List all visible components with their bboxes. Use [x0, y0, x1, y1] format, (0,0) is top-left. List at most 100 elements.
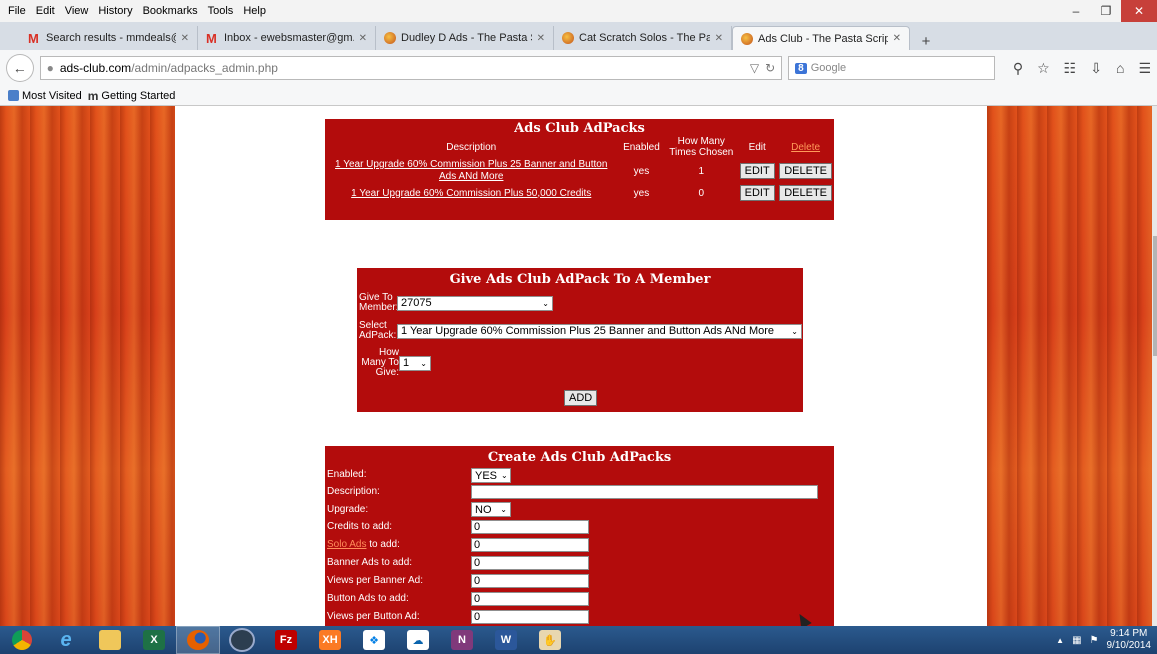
bookmark-most-visited[interactable]: Most Visited [8, 90, 82, 102]
scrollbar-track[interactable] [1152, 106, 1157, 626]
edit-button[interactable]: EDIT [739, 163, 775, 179]
menu-bookmarks[interactable]: Bookmarks [138, 5, 203, 17]
reading-list-icon[interactable]: ☷ [1064, 60, 1077, 77]
tab-dudley-d-ads[interactable]: Dudley D Ads - The Pasta S... ✕ [376, 26, 554, 50]
excel-icon: X [143, 630, 165, 650]
adpack-select[interactable]: 1 Year Upgrade 60% Commission Plus 25 Ba… [397, 323, 802, 339]
add-button[interactable]: ADD [564, 390, 598, 406]
solo-ads-label: Solo Ads to add: [327, 539, 400, 550]
menu-help[interactable]: Help [238, 5, 271, 17]
url-bar[interactable]: ● ads-club.com/admin/adpacks_admin.php ▽… [39, 56, 783, 80]
banner-views-input[interactable]: 0 [471, 574, 589, 588]
network-icon[interactable]: ▦ [1072, 635, 1081, 646]
count-label: How Many To Give: [361, 347, 399, 378]
taskbar-word[interactable]: W [484, 626, 528, 654]
ie-icon: e [60, 628, 72, 651]
taskbar-xampp[interactable]: XH [308, 626, 352, 654]
upgrade-select-value: NO [475, 503, 492, 516]
bookmark-getting-started[interactable]: m Getting Started [88, 89, 176, 103]
button-ads-input[interactable]: 0 [471, 592, 589, 606]
tab-search-results[interactable]: M Search results - mmdeals@... ✕ [20, 26, 198, 50]
taskbar-filezilla[interactable]: Fz [264, 626, 308, 654]
new-tab-button[interactable]: + [914, 33, 938, 50]
page-viewport: Ads Club AdPacks Description Enabled How… [0, 106, 1157, 626]
dropbox-icon: ❖ [363, 630, 385, 650]
bookmark-star-icon[interactable]: ☆ [1037, 60, 1050, 77]
col-delete[interactable]: Delete [777, 136, 834, 158]
navigation-bar: ← ● ads-club.com/admin/adpacks_admin.php… [0, 50, 1157, 86]
tab-title: Search results - mmdeals@... [46, 32, 176, 44]
taskbar-onedrive[interactable]: ☁ [396, 626, 440, 654]
close-tab-icon[interactable]: ✕ [537, 33, 545, 44]
enabled-select[interactable]: YES ⌄ [471, 468, 511, 483]
menu-bar: File Edit View History Bookmarks Tools H… [0, 0, 1157, 22]
solo-ads-input[interactable]: 0 [471, 538, 589, 552]
taskbar-media[interactable] [220, 626, 264, 654]
taskbar-dropbox[interactable]: ❖ [352, 626, 396, 654]
minimize-button[interactable]: – [1061, 0, 1091, 22]
count-select[interactable]: 1 ⌄ [399, 355, 431, 371]
tab-ads-club[interactable]: Ads Club - The Pasta Script... ✕ [732, 26, 910, 50]
adpack-description-link[interactable]: 1 Year Upgrade 60% Commission Plus 50,00… [351, 188, 591, 199]
adpack-label: Select AdPack: [359, 320, 397, 341]
close-tab-icon[interactable]: ✕ [893, 33, 901, 44]
dropdown-arrow-icon[interactable]: ▽ [750, 61, 759, 75]
mozilla-icon: m [87, 88, 99, 103]
word-icon: W [495, 630, 517, 650]
button-views-input[interactable]: 0 [471, 610, 589, 624]
taskbar-file-explorer[interactable] [88, 626, 132, 654]
close-tab-icon[interactable]: ✕ [715, 33, 723, 44]
chevron-down-icon: ⌄ [791, 326, 798, 336]
banner-ads-input[interactable]: 0 [471, 556, 589, 570]
close-tab-icon[interactable]: ✕ [181, 33, 189, 44]
taskbar-internet-explorer[interactable]: e [44, 626, 88, 654]
tab-title: Inbox - ewebsmaster@gm... [224, 32, 354, 44]
tab-inbox[interactable]: M Inbox - ewebsmaster@gm... ✕ [198, 26, 376, 50]
credits-input[interactable]: 0 [471, 520, 589, 534]
menu-icon[interactable]: ☰ [1138, 60, 1151, 77]
taskbar-firefox[interactable] [176, 626, 220, 654]
tray-expand-icon[interactable]: ▲ [1056, 636, 1064, 645]
adpacks-table-panel: Ads Club AdPacks Description Enabled How… [325, 119, 834, 220]
search-icon[interactable]: ⚲ [1013, 60, 1023, 77]
file-explorer-icon [99, 630, 121, 650]
back-arrow-icon: ← [12, 60, 27, 76]
menu-edit[interactable]: Edit [31, 5, 60, 17]
col-description: Description [446, 141, 497, 153]
upgrade-select[interactable]: NO ⌄ [471, 502, 511, 517]
description-input[interactable] [471, 485, 818, 499]
restore-button[interactable]: ❐ [1091, 0, 1121, 22]
google-engine-icon[interactable]: 8 [795, 62, 807, 74]
bookmark-folder-icon [8, 90, 19, 101]
delete-button[interactable]: DELETE [779, 163, 832, 179]
scrollbar-thumb[interactable] [1153, 236, 1157, 356]
gmail-icon: M [28, 30, 39, 46]
globe-icon: ● [46, 61, 54, 75]
clock[interactable]: 9:14 PM 9/10/2014 [1107, 628, 1152, 652]
menu-history[interactable]: History [93, 5, 137, 17]
solo-ads-label-text: to add: [366, 539, 400, 550]
back-button[interactable]: ← [6, 54, 34, 82]
close-window-button[interactable]: ✕ [1121, 0, 1157, 22]
search-bar[interactable]: 8 Google [788, 56, 995, 80]
adpack-description-link[interactable]: 1 Year Upgrade 60% Commission Plus 25 Ba… [335, 159, 607, 182]
download-icon[interactable]: ⇩ [1090, 60, 1102, 77]
close-tab-icon[interactable]: ✕ [359, 33, 367, 44]
flag-icon[interactable]: ⚑ [1090, 635, 1099, 646]
taskbar-excel[interactable]: X [132, 626, 176, 654]
taskbar-onenote[interactable]: N [440, 626, 484, 654]
edit-button[interactable]: EDIT [739, 185, 775, 201]
taskbar-chrome[interactable] [0, 626, 44, 654]
solo-ads-link[interactable]: Solo Ads [327, 539, 366, 550]
home-icon[interactable]: ⌂ [1116, 60, 1124, 77]
menu-view[interactable]: View [60, 5, 94, 17]
member-select[interactable]: 27075 ⌄ [397, 295, 553, 311]
delete-button[interactable]: DELETE [779, 185, 832, 201]
menu-file[interactable]: File [0, 5, 31, 17]
taskbar-hand-tool[interactable]: ✋ [528, 626, 572, 654]
xampp-icon: XH [319, 630, 341, 650]
tab-cat-scratch-solos[interactable]: Cat Scratch Solos - The Pas... ✕ [554, 26, 732, 50]
reload-icon[interactable]: ↻ [765, 61, 775, 75]
media-icon [229, 628, 255, 652]
menu-tools[interactable]: Tools [203, 5, 239, 17]
